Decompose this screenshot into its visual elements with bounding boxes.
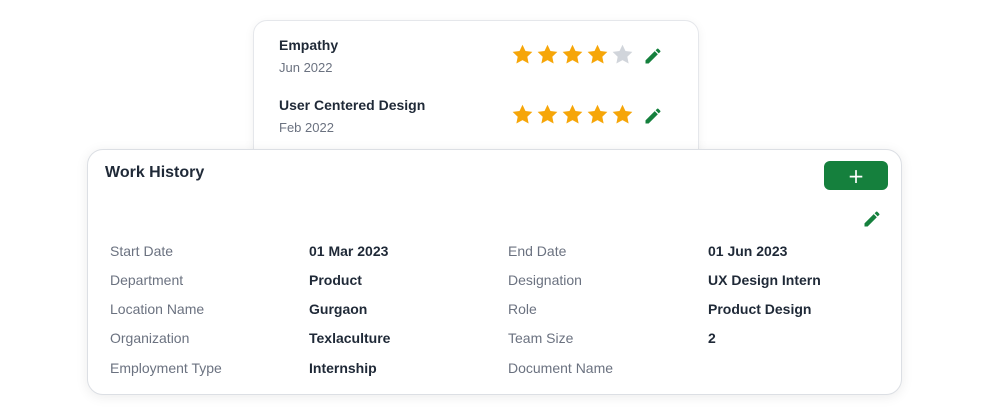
star-empty-icon xyxy=(612,44,633,64)
skill-row-user-centered-design: User Centered Design Feb 2022 xyxy=(279,97,668,141)
location-name-label: Location Name xyxy=(110,301,205,317)
team-size-label: Team Size xyxy=(508,330,574,346)
work-history-card: Work History + Start Date 01 Mar 2023 En… xyxy=(87,149,902,395)
skills-card: Empathy Jun 2022 User Centered Design Fe… xyxy=(253,20,699,170)
skill-name: User Centered Design xyxy=(279,97,426,113)
skill-date: Jun 2022 xyxy=(279,60,333,75)
skill-row-empathy: Empathy Jun 2022 xyxy=(279,37,668,81)
start-date-label: Start Date xyxy=(110,243,174,259)
add-work-history-button[interactable]: + xyxy=(824,161,888,190)
star-filled-icon xyxy=(512,104,533,124)
location-name-value: Gurgaon xyxy=(309,301,368,317)
employment-type-label: Employment Type xyxy=(110,360,222,376)
designation-value: UX Design Intern xyxy=(708,272,821,288)
star-filled-icon xyxy=(562,104,583,124)
skill-rating xyxy=(511,103,634,126)
designation-label: Designation xyxy=(508,272,582,288)
star-filled-icon xyxy=(612,104,633,124)
end-date-value: 01 Jun 2023 xyxy=(708,243,788,259)
skill-rating xyxy=(511,43,634,66)
star-filled-icon xyxy=(587,104,608,124)
skill-date: Feb 2022 xyxy=(279,120,334,135)
skill-name: Empathy xyxy=(279,37,339,53)
star-filled-icon xyxy=(537,104,558,124)
department-value: Product xyxy=(309,272,362,288)
organization-label: Organization xyxy=(110,330,190,346)
start-date-value: 01 Mar 2023 xyxy=(309,243,389,259)
employment-type-value: Internship xyxy=(309,360,377,376)
role-value: Product Design xyxy=(708,301,812,317)
work-history-title: Work History xyxy=(105,164,205,181)
edit-pencil-icon[interactable] xyxy=(862,209,882,229)
edit-pencil-icon[interactable] xyxy=(643,106,663,126)
star-filled-icon xyxy=(562,44,583,64)
end-date-label: End Date xyxy=(508,243,567,259)
team-size-value: 2 xyxy=(708,330,716,346)
star-filled-icon xyxy=(512,44,533,64)
star-filled-icon xyxy=(587,44,608,64)
star-filled-icon xyxy=(537,44,558,64)
organization-value: Texlaculture xyxy=(309,330,391,346)
department-label: Department xyxy=(110,272,184,288)
document-name-label: Document Name xyxy=(508,360,614,376)
role-label: Role xyxy=(508,301,537,317)
edit-pencil-icon[interactable] xyxy=(643,46,663,66)
